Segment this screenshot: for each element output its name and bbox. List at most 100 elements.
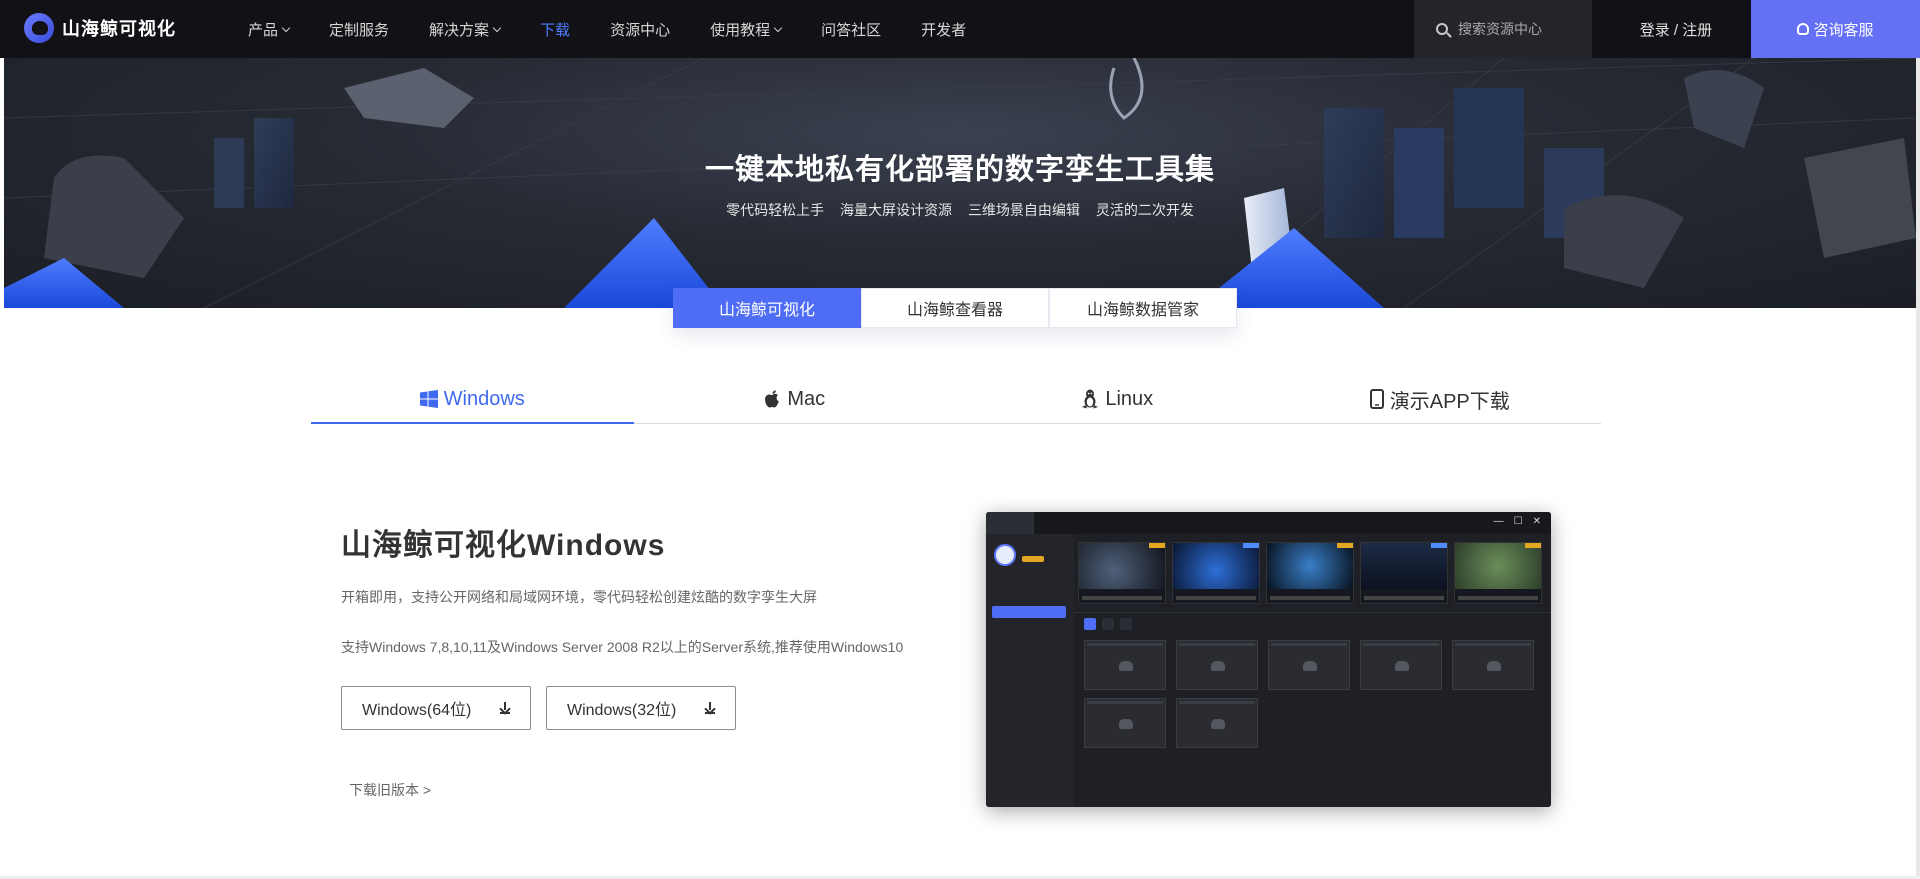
consult-label: 咨询客服 [1813, 21, 1874, 39]
app-sidebar-item [992, 732, 1066, 744]
window-controls: — ☐ ✕ [1494, 516, 1541, 527]
app-tab [1050, 512, 1066, 534]
product-tabs: 山海鲸可视化 山海鲸查看器 山海鲸数据管家 [673, 288, 1237, 328]
project-card [1268, 640, 1350, 690]
avatar [994, 544, 1016, 566]
apple-icon [764, 389, 781, 409]
tab-shanhaijing-visualization[interactable]: 山海鲸可视化 [673, 288, 861, 328]
nav-item-label: 开发者 [921, 21, 967, 39]
tab-mac[interactable]: Mac [634, 375, 957, 423]
system-requirements: 支持Windows 7,8,10,11及Windows Server 2008 … [341, 639, 904, 655]
project-card [1360, 640, 1442, 690]
app-title-bar: — ☐ ✕ [986, 512, 1551, 534]
template-thumbnail [1454, 542, 1542, 604]
tab-shanhaijing-data-manager[interactable]: 山海鲸数据管家 [1049, 288, 1237, 328]
tab-label: 演示APP下载 [1389, 390, 1510, 413]
vip-badge [1022, 556, 1044, 562]
project-card [1176, 640, 1258, 690]
logo[interactable]: 山海鲸可视化 [24, 13, 176, 43]
hero-feature: 三维场景自由编辑 [967, 202, 1080, 218]
app-tab [1034, 512, 1050, 534]
app-toolbar-button [1102, 618, 1114, 630]
nav-item-developers[interactable]: 开发者 [921, 19, 966, 40]
login-register-link[interactable]: 登录 / 注册 [1616, 0, 1736, 58]
nav-item-product[interactable]: 产品 [248, 19, 291, 40]
tab-demo-app[interactable]: 演示APP下载 [1279, 375, 1602, 423]
product-title: 山海鲸可视化Windows [341, 529, 666, 562]
app-sidebar-item [992, 668, 1066, 680]
maximize-icon: ☐ [1513, 516, 1523, 527]
nav-item-resources[interactable]: 资源中心 [610, 19, 670, 40]
nav-item-label: 产品 [248, 21, 279, 39]
hero-banner: 一键本地私有化部署的数字孪生工具集 零代码轻松上手 海量大屏设计资源 三维场景自… [4, 58, 1916, 308]
top-nav: 山海鲸可视化 产品 定制服务 解决方案 下载 资源中心 使用教程 问答社区 开发… [0, 0, 1920, 58]
nav-item-solutions[interactable]: 解决方案 [429, 19, 502, 40]
hero-feature: 零代码轻松上手 [726, 202, 825, 218]
tab-label: Windows [443, 387, 525, 410]
consult-button[interactable]: 咨询客服 [1751, 0, 1920, 58]
app-toolbar [1084, 618, 1132, 630]
nav-item-label: 解决方案 [429, 21, 490, 39]
app-screenshot: — ☐ ✕ [986, 512, 1551, 807]
os-tabs: Windows Mac Linux 演示APP下载 [311, 375, 1601, 424]
app-sidebar-item [992, 652, 1066, 664]
app-sidebar-item [992, 700, 1066, 712]
nav-item-custom-service[interactable]: 定制服务 [329, 19, 389, 40]
old-versions-link[interactable]: 下载旧版本 > [349, 780, 431, 800]
chevron-down-icon [492, 23, 502, 32]
nav-item-label: 下载 [540, 21, 571, 39]
nav-item-label: 资源中心 [610, 21, 671, 39]
template-thumbnail [1266, 542, 1354, 604]
app-sidebar-item [992, 684, 1066, 696]
nav-menu: 产品 定制服务 解决方案 下载 资源中心 使用教程 问答社区 开发者 [248, 0, 1006, 58]
project-card [1084, 698, 1166, 748]
app-sidebar-item [992, 622, 1066, 634]
template-thumbnail [1360, 542, 1448, 604]
nav-item-download[interactable]: 下载 [540, 19, 570, 40]
nav-item-label: 使用教程 [710, 21, 771, 39]
project-card [1084, 640, 1166, 690]
search-input[interactable] [1458, 21, 1588, 37]
app-sidebar-item [992, 716, 1066, 728]
nav-item-community[interactable]: 问答社区 [821, 19, 881, 40]
download-windows-32-button[interactable]: Windows(32位) [546, 686, 736, 730]
app-sidebar-item [992, 606, 1066, 618]
download-windows-64-button[interactable]: Windows(64位) [341, 686, 531, 730]
hero-features: 零代码轻松上手 海量大屏设计资源 三维场景自由编辑 灵活的二次开发 [4, 200, 1916, 220]
hero-title: 一键本地私有化部署的数字孪生工具集 [704, 154, 1215, 186]
minimize-icon: — [1493, 516, 1504, 527]
chevron-down-icon [773, 23, 783, 32]
app-sidebar [986, 534, 1074, 807]
whale-logo-icon [24, 13, 54, 43]
close-icon: ✕ [1532, 516, 1541, 527]
phone-icon [1369, 389, 1384, 409]
tab-label: Mac [787, 387, 826, 410]
nav-item-label: 问答社区 [821, 21, 882, 39]
search-icon [1436, 23, 1448, 35]
project-card [1452, 640, 1534, 690]
hero-feature: 海量大屏设计资源 [840, 202, 953, 218]
linux-icon [1081, 389, 1099, 409]
search-box [1414, 0, 1592, 58]
button-label: Windows(64位) [362, 702, 472, 719]
project-card [1176, 698, 1258, 748]
app-tab [986, 512, 1034, 534]
nav-item-label: 定制服务 [329, 21, 390, 39]
download-icon [705, 702, 715, 714]
product-description: 开箱即用，支持公开网络和局域网环境，零代码轻松创建炫酷的数字孪生大屏 [341, 589, 817, 605]
chevron-down-icon [281, 23, 291, 32]
nav-item-tutorials[interactable]: 使用教程 [710, 19, 783, 40]
hero-feature: 灵活的二次开发 [1095, 202, 1194, 218]
button-label: Windows(32位) [567, 702, 677, 719]
template-thumbnail [1078, 542, 1166, 604]
tab-linux[interactable]: Linux [956, 375, 1279, 423]
app-toolbar-button [1084, 618, 1096, 630]
app-main-area [1074, 534, 1551, 807]
tab-shanhaijing-viewer[interactable]: 山海鲸查看器 [861, 288, 1049, 328]
brand-name: 山海鲸可视化 [62, 19, 176, 39]
scrollbar[interactable] [1916, 58, 1920, 879]
divider [1074, 612, 1551, 613]
headset-icon [1797, 23, 1810, 35]
tab-windows[interactable]: Windows [311, 375, 634, 424]
download-icon [500, 702, 510, 714]
